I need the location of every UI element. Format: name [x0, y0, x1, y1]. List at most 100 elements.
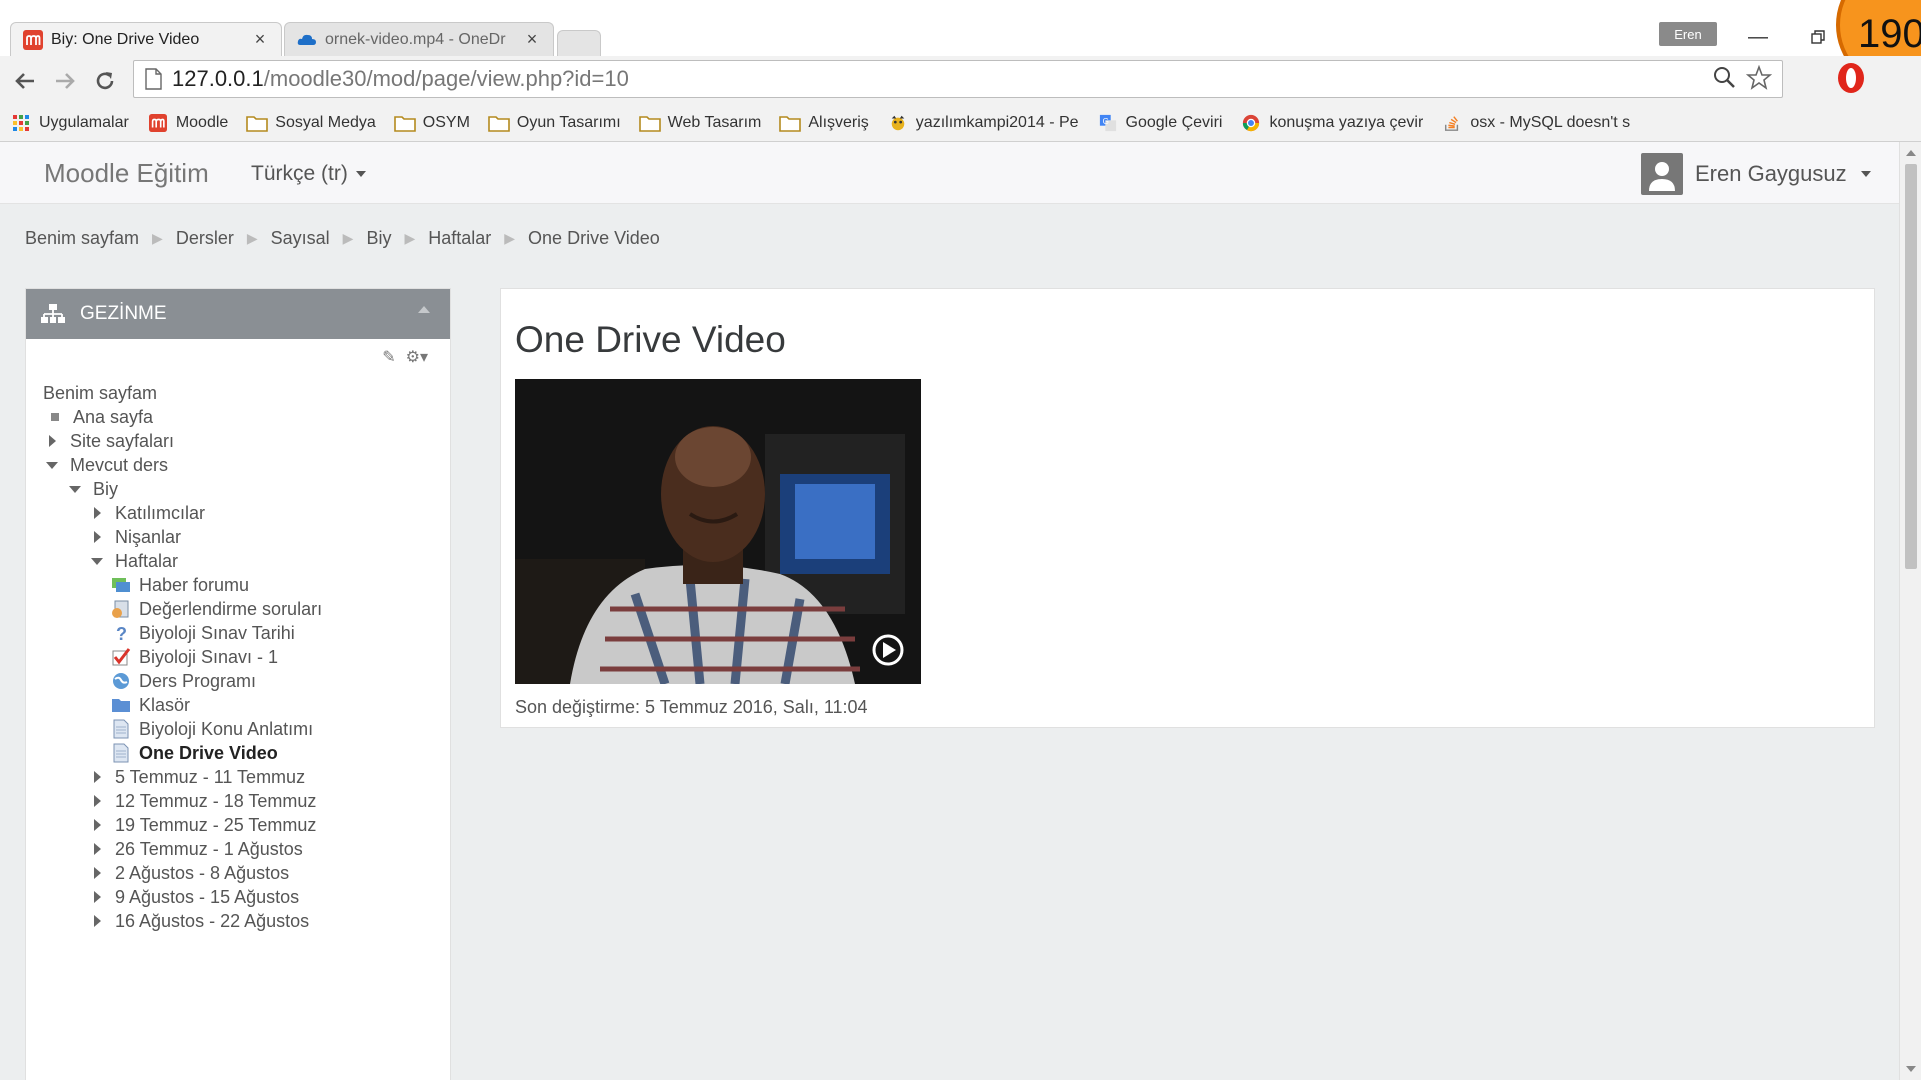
- tree-item[interactable]: Biyoloji Konu Anlatımı: [111, 717, 313, 741]
- tree-item-label: 9 Ağustos - 15 Ağustos: [115, 886, 300, 907]
- bookmark-folder-osym[interactable]: OSYM: [393, 114, 470, 132]
- breadcrumb-separator-icon: ▶: [404, 230, 416, 246]
- user-name: Eren Gaygusuz: [1695, 161, 1847, 186]
- stackoverflow-icon: [1445, 115, 1459, 131]
- tree-item-label: 5 Temmuz - 11 Temmuz: [115, 766, 306, 787]
- tab-title: Biy: One Drive Video: [51, 30, 200, 48]
- video-player[interactable]: [515, 379, 921, 684]
- breadcrumb-item[interactable]: Sayısal: [271, 228, 330, 249]
- minimize-icon[interactable]: —: [1738, 22, 1778, 52]
- tree-item[interactable]: 16 Ağustos - 22 Ağustos: [94, 909, 309, 933]
- url-globe-icon: [113, 673, 129, 689]
- move-icon[interactable]: ✎: [382, 347, 395, 367]
- expand-arrow-icon: [94, 771, 101, 783]
- tree-item[interactable]: 9 Ağustos - 15 Ağustos: [94, 885, 299, 909]
- restore-icon[interactable]: [1798, 22, 1838, 52]
- bookmark-folder-web-tasarim[interactable]: Web Tasarım: [638, 114, 761, 132]
- bookmark-folder-sosyal-medya[interactable]: Sosyal Medya: [246, 114, 376, 132]
- bookmark-yazilimkampi[interactable]: yazılımkampi2014 - Pe: [887, 114, 1079, 132]
- quiz-icon: [112, 648, 131, 666]
- bookmark-folder-oyun-tasarimi[interactable]: Oyun Tasarımı: [488, 114, 621, 132]
- tree-item[interactable]: Değerlendirme soruları: [111, 597, 322, 621]
- breadcrumb-item[interactable]: Biy: [366, 228, 391, 249]
- tree-item[interactable]: Ders Programı: [111, 669, 256, 693]
- profile-chip[interactable]: Eren: [1659, 22, 1717, 46]
- tree-item-label: Ders Programı: [139, 670, 257, 691]
- bookmark-moodle[interactable]: Moodle: [147, 113, 229, 132]
- tab-moodle-page[interactable]: Biy: One Drive Video ×: [10, 22, 282, 56]
- zoom-icon[interactable]: [1712, 65, 1736, 89]
- address-bar[interactable]: 127.0.0.1/moodle30/mod/page/view.php?id=…: [133, 60, 1783, 98]
- tree-item[interactable]: Biy: [69, 477, 118, 501]
- scroll-down-icon[interactable]: [1906, 1066, 1916, 1072]
- tree-item[interactable]: Mevcut ders: [46, 453, 168, 477]
- moodle-favicon-icon: [23, 29, 43, 50]
- site-brand-link[interactable]: Moodle Eğitim: [44, 158, 209, 189]
- bookmark-star-icon[interactable]: [1746, 65, 1772, 91]
- tree-item-label: Benim sayfam: [43, 382, 158, 403]
- tree-item[interactable]: 19 Temmuz - 25 Temmuz: [94, 813, 316, 837]
- tree-item-label: 12 Temmuz - 18 Temmuz: [115, 790, 317, 811]
- page-title: One Drive Video: [515, 319, 786, 360]
- tree-item[interactable]: Biyoloji Sınavı - 1: [111, 645, 278, 669]
- tab-onedrive[interactable]: ornek-video.mp4 - OneDr ×: [284, 22, 554, 56]
- breadcrumb-item[interactable]: Benim sayfam: [25, 228, 139, 249]
- gear-icon[interactable]: ⚙▾: [406, 347, 428, 367]
- breadcrumb-item[interactable]: Haftalar: [428, 228, 491, 249]
- bookmark-google-ceviri[interactable]: G Google Çeviri: [1097, 113, 1223, 132]
- back-arrow-icon[interactable]: [8, 64, 42, 98]
- tree-item[interactable]: Klasör: [111, 693, 190, 717]
- folder-icon: [488, 115, 510, 132]
- tree-item[interactable]: Ana sayfa: [49, 405, 153, 429]
- reload-icon[interactable]: [88, 64, 122, 98]
- tree-item[interactable]: Nişanlar: [94, 525, 181, 549]
- tree-item-label: Haftalar: [115, 550, 179, 571]
- expand-arrow-icon: [94, 843, 101, 855]
- sitemap-icon: [41, 304, 65, 323]
- bookmark-label: Google Çeviri: [1125, 113, 1223, 131]
- tree-item[interactable]: Benim sayfam: [43, 381, 157, 405]
- breadcrumb-separator-icon: ▶: [342, 230, 354, 246]
- page-icon: [113, 719, 129, 739]
- page-scrollbar[interactable]: [1899, 142, 1921, 1080]
- tree-item[interactable]: 2 Ağustos - 8 Ağustos: [94, 861, 289, 885]
- apps-grid-icon: [13, 114, 29, 131]
- navigation-block-header[interactable]: GEZİNME: [26, 289, 450, 339]
- tree-item-current[interactable]: One Drive Video: [111, 741, 278, 765]
- tree-item[interactable]: Site sayfaları: [49, 429, 174, 453]
- tree-item[interactable]: Katılımcılar: [94, 501, 205, 525]
- tree-item[interactable]: 12 Temmuz - 18 Temmuz: [94, 789, 316, 813]
- opera-extension-icon[interactable]: [1835, 60, 1867, 96]
- user-menu[interactable]: Eren Gaygusuz: [1641, 153, 1871, 195]
- browser-toolbar: 127.0.0.1/moodle30/mod/page/view.php?id=…: [0, 56, 1921, 104]
- tree-item-label: Klasör: [139, 694, 191, 715]
- tree-item[interactable]: Haftalar: [91, 549, 178, 573]
- collapse-arrow-icon: [46, 461, 58, 469]
- bookmark-stackoverflow[interactable]: osx - MySQL doesn't s: [1441, 114, 1630, 132]
- bookmark-label: Moodle: [175, 113, 229, 131]
- folder-icon: [638, 115, 661, 132]
- tree-item[interactable]: ? Biyoloji Sınav Tarihi: [111, 621, 295, 645]
- forward-arrow-icon[interactable]: [48, 64, 82, 98]
- onedrive-cloud-icon: [297, 34, 316, 45]
- tree-item[interactable]: 26 Temmuz - 1 Ağustos: [94, 837, 303, 861]
- browser-chrome: Biy: One Drive Video × ornek-video.mp4 -…: [0, 0, 1921, 142]
- feedback-icon: [112, 600, 129, 618]
- page-viewport: Moodle Eğitim Türkçe (tr) Eren Gaygusuz …: [0, 142, 1899, 1080]
- bookmark-konusma[interactable]: konuşma yazıya çevir: [1240, 114, 1423, 132]
- collapse-icon[interactable]: [418, 306, 430, 313]
- scroll-up-icon[interactable]: [1906, 150, 1916, 156]
- tab-close-icon[interactable]: ×: [251, 29, 269, 50]
- new-tab-button[interactable]: [557, 30, 601, 56]
- scroll-thumb[interactable]: [1905, 164, 1917, 569]
- tree-item[interactable]: Haber forumu: [111, 573, 249, 597]
- caret-down-icon: [355, 171, 366, 178]
- tab-close-icon[interactable]: ×: [523, 29, 541, 50]
- breadcrumb-item[interactable]: Dersler: [176, 228, 234, 249]
- folder-icon: [393, 115, 416, 132]
- tree-item[interactable]: 5 Temmuz - 11 Temmuz: [94, 765, 305, 789]
- avatar: [1641, 153, 1683, 195]
- bookmark-apps[interactable]: Uygulamalar: [10, 114, 129, 132]
- bookmark-folder-alisveris[interactable]: Alışveriş: [779, 114, 869, 132]
- language-menu[interactable]: Türkçe (tr): [251, 162, 366, 186]
